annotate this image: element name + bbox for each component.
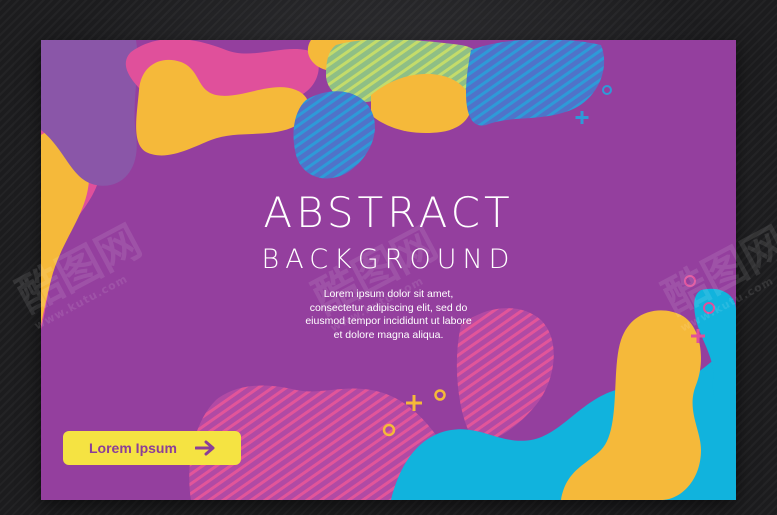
cta-button[interactable]: Lorem Ipsum	[63, 431, 241, 465]
body-line: eiusmod tempor incididunt ut labore	[305, 315, 472, 327]
banner-subtitle: BACKGROUND	[261, 244, 516, 275]
body-line: Lorem ipsum dolor sit amet,	[323, 288, 454, 300]
arrow-right-icon	[195, 440, 215, 456]
banner-card: ABSTRACT BACKGROUND Lorem ipsum dolor si…	[41, 40, 736, 500]
body-line: et dolore magna aliqua.	[333, 328, 444, 341]
body-line: consectetur adipiscing elit, sed do	[309, 301, 468, 314]
canvas: ABSTRACT BACKGROUND Lorem ipsum dolor si…	[0, 0, 777, 515]
cta-button-label: Lorem Ipsum	[89, 440, 177, 456]
banner-body-text: Lorem ipsum dolor sit amet, consectetur …	[261, 288, 516, 342]
banner-title: ABSTRACT	[263, 188, 514, 237]
